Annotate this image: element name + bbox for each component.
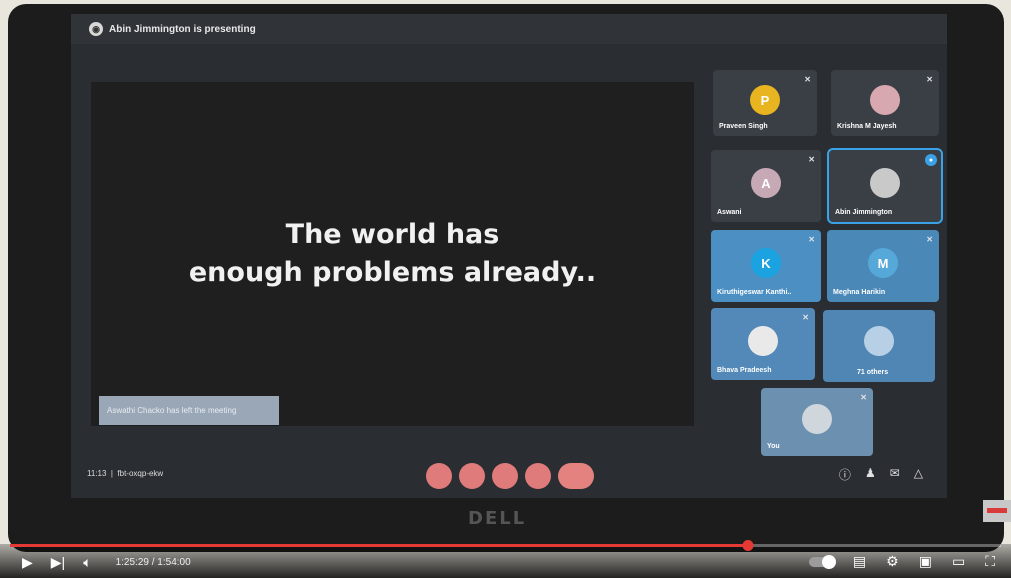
miniplayer-icon[interactable]: ▣ — [919, 553, 932, 570]
leave-call-button[interactable] — [558, 463, 594, 489]
people-icon[interactable]: ♟ — [865, 466, 876, 483]
monitor-brand-logo: DELL — [468, 508, 527, 529]
avatar: K — [751, 248, 781, 278]
participant-name: You — [767, 443, 780, 450]
presenter-banner-text: Abin Jimmington is presenting — [109, 23, 256, 35]
video-player-controls: ▶ ▶| 🔈︎ 1:25:29 / 1:54:00 ▤ ⚙ ▣ ▭ ⛶ — [0, 540, 1011, 578]
progress-bar[interactable] — [10, 540, 1001, 551]
chat-icon[interactable]: ✉ — [890, 466, 900, 483]
settings-icon[interactable]: ⚙ — [886, 553, 899, 570]
meeting-time: 11:13 — [87, 469, 107, 478]
meeting-info: 11:13 | fbt-oxqp-ekw — [87, 469, 164, 478]
participant-name: Praveen Singh — [719, 123, 768, 130]
captions-button[interactable] — [492, 463, 518, 489]
call-controls — [426, 463, 594, 489]
slide-line-2: enough problems already.. — [188, 257, 597, 288]
meet-screen: ◉ Abin Jimmington is presenting The worl… — [71, 14, 947, 498]
theater-icon[interactable]: ▭ — [952, 553, 965, 570]
autoplay-toggle[interactable] — [808, 554, 836, 569]
participant-name: Krishna M Jayesh — [837, 123, 897, 130]
presenter-icon: ◉ — [89, 22, 103, 36]
mic-off-icon: ✕ — [804, 75, 811, 84]
meet-side-controls: ⓘ ♟ ✉ △ — [839, 466, 923, 483]
slide-line-1: The world has — [285, 219, 500, 250]
speaking-icon: ● — [925, 154, 937, 166]
mic-off-icon: ✕ — [860, 393, 867, 402]
participant-tile[interactable]: ✕ Bhava Pradeesh — [711, 308, 815, 380]
player-right-controls: ▤ ⚙ ▣ ▭ ⛶ — [808, 553, 995, 570]
presentation-slide: The world has enough problems already.. — [91, 82, 694, 426]
participant-name: Meghna Harikin — [833, 289, 886, 296]
slide-text: The world has enough problems already.. — [91, 216, 694, 292]
avatar — [870, 168, 900, 198]
mic-off-icon: ✕ — [808, 235, 815, 244]
activities-icon[interactable]: △ — [914, 466, 923, 483]
others-count: 71 others — [857, 369, 889, 376]
fullscreen-icon[interactable]: ⛶ — [985, 553, 995, 570]
avatar: P — [750, 85, 780, 115]
participant-name: Aswani — [717, 209, 742, 216]
camera-button[interactable] — [459, 463, 485, 489]
next-icon[interactable]: ▶| — [51, 554, 65, 570]
presenter-banner: ◉ Abin Jimmington is presenting — [71, 14, 947, 44]
participant-tile[interactable]: ✕ K Kiruthigeswar Kanthi.. — [711, 230, 821, 302]
play-icon[interactable]: ▶ — [22, 554, 33, 570]
others-tile[interactable]: 71 others — [823, 310, 935, 382]
self-view-tile[interactable]: ✕ You — [761, 388, 873, 456]
corner-badge — [983, 500, 1011, 522]
present-button[interactable] — [525, 463, 551, 489]
meeting-code: fbt-oxqp-ekw — [117, 469, 164, 478]
volume-icon[interactable]: 🔈︎ — [83, 554, 91, 570]
mic-off-icon: ✕ — [926, 75, 933, 84]
others-avatar-stack — [864, 326, 894, 356]
meet-control-bar: 11:13 | fbt-oxqp-ekw ⓘ ♟ ✉ △ — [71, 456, 947, 498]
avatar — [802, 404, 832, 434]
participant-tile-active[interactable]: ● Abin Jimmington — [827, 148, 943, 224]
participant-tile[interactable]: ✕ P Praveen Singh — [713, 70, 817, 136]
player-left-controls: ▶ ▶| 🔈︎ 1:25:29 / 1:54:00 — [22, 554, 191, 570]
subtitles-icon[interactable]: ▤ — [853, 553, 866, 570]
left-meeting-notification: Aswathi Chacko has left the meeting — [99, 396, 279, 425]
avatar: A — [751, 168, 781, 198]
mic-off-icon: ✕ — [926, 235, 933, 244]
participant-tile[interactable]: ✕ Krishna M Jayesh — [831, 70, 939, 136]
mic-off-icon: ✕ — [808, 155, 815, 164]
participant-name: Kiruthigeswar Kanthi.. — [717, 289, 792, 296]
mic-off-icon: ✕ — [802, 313, 809, 322]
participant-name: Abin Jimmington — [835, 209, 893, 216]
info-icon[interactable]: ⓘ — [839, 466, 851, 483]
mic-button[interactable] — [426, 463, 452, 489]
avatar — [870, 85, 900, 115]
avatar: M — [868, 248, 898, 278]
participant-name: Bhava Pradeesh — [717, 367, 772, 374]
scrubber-handle[interactable] — [742, 540, 754, 551]
monitor-frame: ◉ Abin Jimmington is presenting The worl… — [8, 4, 1004, 552]
avatar — [748, 326, 778, 356]
progress-fill — [10, 544, 749, 547]
participant-tile[interactable]: ✕ M Meghna Harikin — [827, 230, 939, 302]
participant-tile[interactable]: ✕ A Aswani — [711, 150, 821, 222]
time-display: 1:25:29 / 1:54:00 — [115, 556, 191, 568]
